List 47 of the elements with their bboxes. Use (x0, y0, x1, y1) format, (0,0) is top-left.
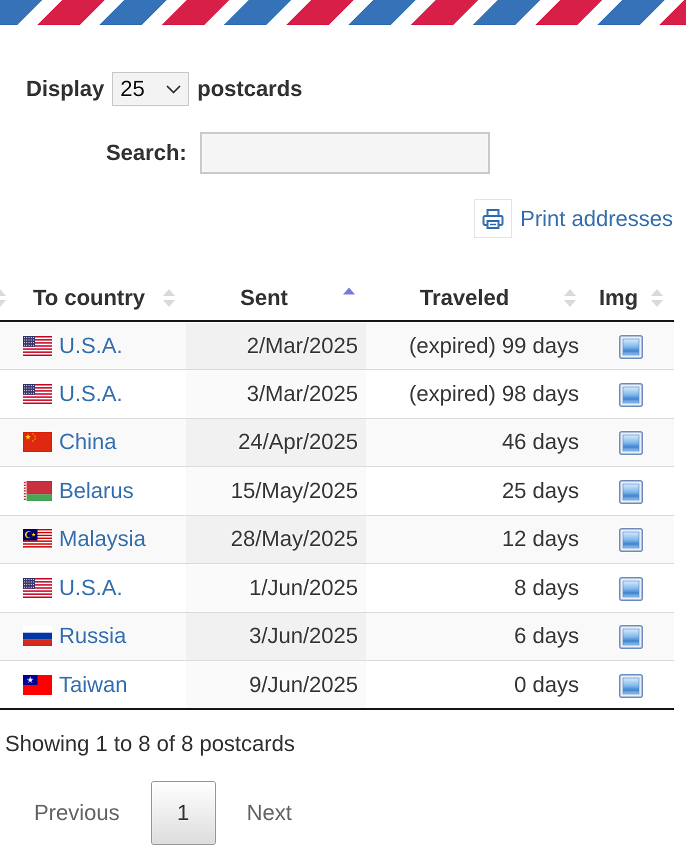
sent-date-cell: 3/Mar/2025 (186, 370, 366, 418)
chevron-down-icon (166, 84, 182, 94)
country-link[interactable]: Malaysia (59, 526, 146, 552)
search-field[interactable] (200, 132, 490, 174)
page-button[interactable]: 1 (150, 781, 216, 845)
display-label: Display (26, 76, 104, 102)
sent-date-cell: 2/Mar/2025 (186, 321, 366, 370)
sent-date-cell: 3/Jun/2025 (186, 612, 366, 660)
sent-date-cell: 24/Apr/2025 (186, 418, 366, 466)
country-link[interactable]: U.S.A. (59, 574, 123, 601)
column-header[interactable]: To country (16, 275, 186, 320)
travel-time-cell: (expired) 98 days (366, 370, 587, 418)
travel-time-cell: 46 days (366, 418, 587, 466)
sent-date-cell: 9/Jun/2025 (186, 660, 366, 709)
country-link[interactable]: Belarus (59, 478, 134, 504)
country-link[interactable]: U.S.A. (59, 380, 123, 407)
image-icon[interactable] (618, 528, 642, 552)
sort-ascending-icon[interactable] (342, 287, 356, 295)
column-header[interactable]: Traveled (366, 275, 587, 320)
country-link[interactable]: Russia (59, 623, 126, 650)
sent-date-cell: 15/May/2025 (186, 466, 366, 515)
sent-date-cell: 28/May/2025 (186, 515, 366, 564)
country-link[interactable]: China (59, 429, 116, 456)
sent-date-cell: 1/Jun/2025 (186, 564, 366, 612)
postcards-label: postcards (197, 76, 302, 102)
page-size-select[interactable]: 25 (112, 72, 190, 106)
image-icon[interactable] (618, 674, 642, 698)
print-addresses-link[interactable]: Print addresses (474, 199, 673, 238)
travel-time-cell: 12 days (366, 515, 587, 564)
image-icon[interactable] (618, 431, 642, 456)
country-link[interactable]: U.S.A. (59, 332, 123, 358)
table-info: Showing 1 to 8 of 8 postcards (5, 732, 296, 756)
image-icon[interactable] (618, 382, 642, 407)
image-icon[interactable] (618, 480, 642, 504)
travel-time-cell: (expired) 99 days (366, 321, 587, 370)
column-header[interactable]: Sent (186, 275, 366, 320)
country-link[interactable]: Taiwan (59, 672, 128, 698)
travel-time-cell: 0 days (366, 660, 587, 709)
column-header[interactable]: Img (587, 275, 674, 320)
image-icon[interactable] (618, 576, 642, 601)
travel-time-cell: 6 days (366, 612, 587, 660)
printer-icon[interactable] (474, 199, 512, 238)
search-label: Search: (106, 140, 187, 166)
image-icon[interactable] (618, 625, 642, 650)
travel-time-cell: 8 days (366, 564, 587, 612)
image-icon[interactable] (618, 334, 642, 359)
travel-time-cell: 25 days (366, 466, 587, 515)
